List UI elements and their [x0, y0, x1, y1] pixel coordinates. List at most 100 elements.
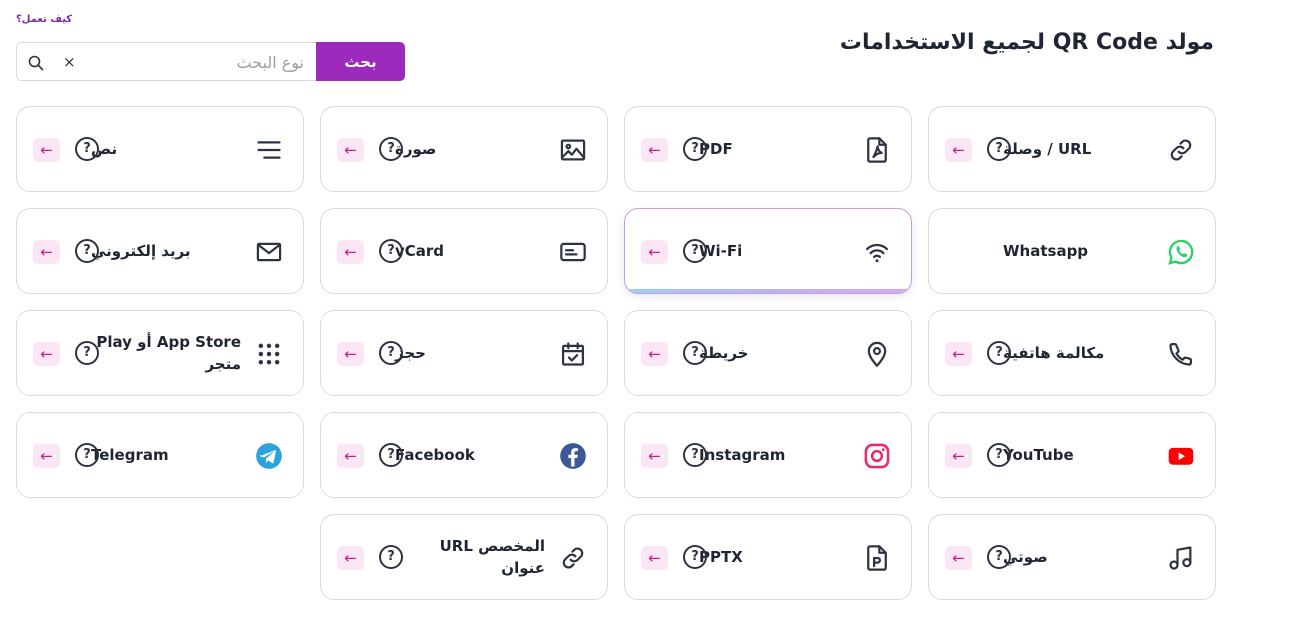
how-it-works-link[interactable]: كيف تعمل؟ — [16, 14, 72, 25]
link-icon — [1167, 136, 1195, 164]
youtube-icon — [1167, 442, 1195, 470]
card-text[interactable]: نص? ← — [16, 106, 304, 192]
search-input[interactable] — [81, 51, 304, 73]
card-label: حجز — [395, 344, 426, 362]
card-vcard[interactable]: vCard? ← — [320, 208, 608, 294]
wifi-icon — [863, 238, 891, 266]
card-label: خريطة — [699, 344, 749, 362]
card-label: URL / وصلة — [1003, 140, 1092, 158]
pptx-file-icon — [863, 544, 891, 572]
card-instagram[interactable]: Instagram? ← — [624, 412, 912, 498]
help-icon[interactable]: ? — [683, 137, 707, 161]
text-lines-icon — [255, 136, 283, 164]
help-icon[interactable]: ? — [987, 545, 1011, 569]
arrow-left-icon[interactable]: ← — [641, 342, 668, 366]
search-field: × — [16, 42, 316, 81]
help-icon[interactable]: ? — [75, 341, 99, 365]
arrow-left-icon[interactable]: ← — [945, 444, 972, 468]
help-icon[interactable]: ? — [75, 239, 99, 263]
arrow-left-icon[interactable]: ← — [641, 444, 668, 468]
help-icon[interactable]: ? — [75, 137, 99, 161]
card-telegram[interactable]: Telegram? ← — [16, 412, 304, 498]
card-label: PDF — [699, 140, 733, 158]
telegram-icon — [255, 442, 283, 470]
help-icon[interactable]: ? — [987, 137, 1011, 161]
card-label: المخصص URL عنوان — [439, 537, 545, 577]
calendar-check-icon — [559, 340, 587, 368]
card-label: Telegram — [91, 446, 169, 464]
help-icon[interactable]: ? — [683, 239, 707, 263]
help-icon[interactable]: ? — [683, 341, 707, 365]
search-icon[interactable] — [28, 55, 44, 71]
card-label: صورة — [395, 140, 437, 158]
instagram-icon — [863, 442, 891, 470]
help-icon[interactable]: ? — [379, 239, 403, 263]
help-icon[interactable]: ? — [379, 137, 403, 161]
card-audio[interactable]: صوتي? ← — [928, 514, 1216, 600]
arrow-left-icon[interactable]: ← — [945, 138, 972, 162]
help-icon[interactable]: ? — [379, 443, 403, 467]
arrow-left-icon[interactable]: ← — [337, 444, 364, 468]
card-label: نص — [91, 140, 118, 158]
image-icon — [559, 136, 587, 164]
card-booking[interactable]: حجز? ← — [320, 310, 608, 396]
card-map[interactable]: خريطة? ← — [624, 310, 912, 396]
arrow-left-icon[interactable]: ← — [945, 342, 972, 366]
pdf-file-icon — [863, 136, 891, 164]
arrow-left-icon[interactable]: ← — [337, 240, 364, 264]
card-wifi[interactable]: Wi-Fi? ← — [624, 208, 912, 294]
card-label: App Store أو Play متجر — [96, 333, 241, 373]
card-custom-url[interactable]: المخصص URL عنوان? ← — [320, 514, 608, 600]
help-icon[interactable]: ? — [683, 545, 707, 569]
map-pin-icon — [863, 340, 891, 368]
arrow-left-icon[interactable]: ← — [641, 240, 668, 264]
help-icon[interactable]: ? — [987, 341, 1011, 365]
vcard-icon — [559, 238, 587, 266]
whatsapp-icon — [1167, 238, 1195, 266]
arrow-left-icon[interactable]: ← — [641, 138, 668, 162]
card-label: Facebook — [395, 446, 475, 464]
arrow-left-icon[interactable]: ← — [33, 138, 60, 162]
card-pptx[interactable]: PPTX? ← — [624, 514, 912, 600]
search-button[interactable]: بحث — [316, 42, 405, 81]
arrow-left-icon[interactable]: ← — [945, 546, 972, 570]
card-pdf[interactable]: PDF? ← — [624, 106, 912, 192]
arrow-left-icon[interactable]: ← — [337, 138, 364, 162]
help-icon[interactable]: ? — [987, 443, 1011, 467]
card-label: مكالمة هاتفية — [1003, 344, 1105, 362]
card-label: vCard — [395, 242, 445, 260]
card-facebook[interactable]: Facebook? ← — [320, 412, 608, 498]
apps-grid-icon — [255, 340, 283, 368]
help-icon[interactable]: ? — [379, 545, 403, 569]
envelope-icon — [255, 238, 283, 266]
facebook-icon — [559, 442, 587, 470]
card-appstore[interactable]: App Store أو Play متجر? ← — [16, 310, 304, 396]
card-label: صوتي — [1003, 548, 1048, 566]
help-icon[interactable]: ? — [75, 443, 99, 467]
link-icon — [559, 544, 587, 572]
card-label: Wi-Fi — [699, 242, 743, 260]
card-label: بريد إلكتروني — [91, 242, 191, 260]
card-phone[interactable]: مكالمة هاتفية? ← — [928, 310, 1216, 396]
phone-icon — [1167, 340, 1195, 368]
card-youtube[interactable]: YouTube? ← — [928, 412, 1216, 498]
arrow-left-icon[interactable]: ← — [337, 342, 364, 366]
card-label: Instagram — [699, 446, 786, 464]
search-bar: × بحث — [16, 42, 405, 81]
card-label: Whatsapp — [1003, 242, 1089, 260]
arrow-left-icon[interactable]: ← — [33, 444, 60, 468]
card-label: YouTube — [1003, 446, 1074, 464]
card-image[interactable]: صورة? ← — [320, 106, 608, 192]
arrow-left-icon[interactable]: ← — [33, 240, 60, 264]
card-email[interactable]: بريد إلكتروني? ← — [16, 208, 304, 294]
arrow-left-icon[interactable]: ← — [641, 546, 668, 570]
arrow-left-icon[interactable]: ← — [33, 342, 60, 366]
card-label: PPTX — [699, 548, 743, 566]
clear-search-icon[interactable]: × — [63, 52, 76, 72]
page-title: مولد QR Code لجميع الاستخدامات — [839, 30, 1214, 55]
help-icon[interactable]: ? — [683, 443, 707, 467]
help-icon[interactable]: ? — [379, 341, 403, 365]
card-url[interactable]: URL / وصلة? ← — [928, 106, 1216, 192]
card-whatsapp[interactable]: Whatsapp — [928, 208, 1216, 294]
arrow-left-icon[interactable]: ← — [337, 546, 364, 570]
